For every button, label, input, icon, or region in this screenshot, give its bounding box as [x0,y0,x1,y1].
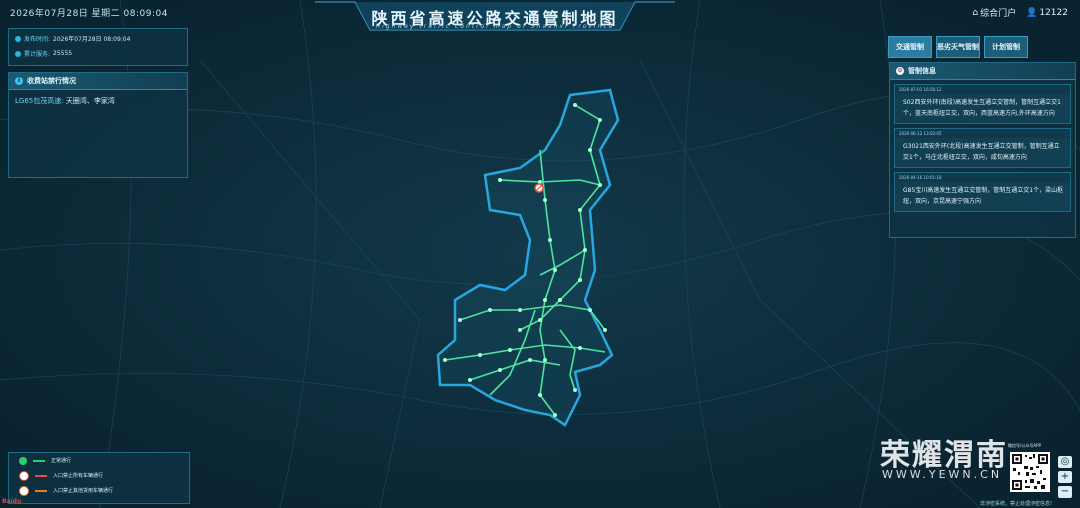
user-icon: 👤 [1026,7,1038,18]
legend-item-all-closed: 入口禁止所有车辆通行 [9,468,189,483]
message-text: G3021西安外环(北段)高速发生互通立交管制，管制互通立交1个，马庄北枢纽立交… [903,143,1060,161]
brand-url: WWW.YEWN.CN [882,468,1003,481]
toll-road-name: LG65包茂高速: [15,97,64,105]
page-subtitle: Highway traffic control map of Shaanxi P… [375,23,615,30]
locate-icon[interactable]: ◎ [1058,456,1072,468]
message-time: 2026-04-16 10:01:18 [895,173,1070,182]
control-info-panel: ⊘ 管制信息 2026-07-01 16:56:12 S02西安外环(南段)高速… [889,62,1076,238]
user-id: 12122 [1039,7,1068,18]
publish-time-value: 2026年07月28日 08:09:04 [53,36,131,43]
toll-station-names: 天圈湾、李家湾 [65,97,115,105]
normal-traffic-icon [19,456,27,465]
legend-label: 正常通行 [51,458,72,464]
no-entry-icon: ⊘ [896,67,904,75]
legend-label: 入口禁止所有车辆通行 [53,473,104,479]
publish-time-row: 发布时间: 2026年07月28日 08:09:04 [15,34,130,43]
current-datetime: 2026年07月28日 星期二 08:09:04 [10,9,168,19]
toll-station-panel: i 收费站禁行情况 LG65包茂高速: 天圈湾、李家湾 [8,72,188,178]
clock-icon [15,35,21,42]
map-provider-logo: Baidu [2,498,22,505]
top-right-toolbar: ⌂ 综合门户 👤 12122 [972,6,1068,20]
portal-label: 综合门户 [980,9,1017,19]
info-icon: i [15,77,23,85]
legend-label: 入口禁止其他货用车辆通行 [53,488,114,494]
toll-panel-title: 收费站禁行情况 [27,77,76,85]
message-time: 2026-06-12 13:02:05 [895,129,1070,138]
publish-info-panel: 发布时间: 2026年07月28日 08:09:04 累计服务: 25555 [8,28,188,66]
tab-weather-control[interactable]: 恶劣天气管制 [936,36,980,58]
control-message[interactable]: 2026-07-01 16:56:12 S02西安外环(南段)高速发生互通立交管… [894,84,1071,124]
no-truck-icon [19,485,29,496]
closed-line-swatch [35,474,47,477]
no-entry-all-icon [19,470,29,481]
control-panel-title: 管制信息 [908,67,936,75]
publish-time-label: 发布时间: [24,36,51,43]
qr-label: 微信号/公众号APP [1008,443,1041,448]
zoom-out-button[interactable]: − [1058,486,1072,498]
legend-item-normal: 正常通行 [9,453,189,468]
freight-line-swatch [35,489,47,492]
message-text: S02西安外环(南段)高速发生互通立交管制，管制互通立交1个，蓝天南枢纽立交，双… [903,99,1061,117]
tab-planned-control[interactable]: 计划管制 [984,36,1028,58]
service-count-row: 累计服务: 25555 [15,49,72,58]
title-banner: 陕西省高速公路交通管制地图 Highway traffic control ma… [315,0,675,36]
message-time: 2026-07-01 16:56:12 [895,85,1070,94]
zoom-controls: ◎ + − [1058,456,1072,498]
zoom-in-button[interactable]: + [1058,471,1072,483]
portal-link[interactable]: ⌂ 综合门户 [972,6,1017,20]
map-legend: 正常通行 入口禁止所有车辆通行 入口禁止其他货用车辆通行 [8,452,190,504]
home-icon: ⌂ [972,7,979,18]
toll-station-entry[interactable]: LG65包茂高速: 天圈湾、李家湾 [9,90,187,112]
closed-entrance-marker[interactable] [534,183,544,193]
message-text: G85宝川高速发生互通立交管制，管制互通立交1个，梁山枢纽，双向，京昆高速宁强方… [903,187,1064,205]
counter-icon [15,50,21,57]
normal-line-swatch [33,459,45,462]
control-message[interactable]: 2026-06-12 13:02:05 G3021西安外环(北段)高速发生互通立… [894,128,1071,168]
security-notice: 非涉密系统，禁止处理涉密信息! [979,501,1052,507]
control-type-tabs: 交通管制 恶劣天气管制 计划管制 [888,36,1028,58]
tab-traffic-control[interactable]: 交通管制 [888,36,932,58]
qr-code-icon[interactable] [1010,452,1050,492]
control-message[interactable]: 2026-04-16 10:01:18 G85宝川高速发生互通立交管制，管制互通… [894,172,1071,212]
service-count-label: 累计服务: [24,51,51,58]
service-count-value: 25555 [53,50,73,57]
toll-panel-header: i 收费站禁行情况 [9,73,187,90]
control-panel-header: ⊘ 管制信息 [890,63,1075,80]
legend-item-freight-closed: 入口禁止其他货用车辆通行 [9,483,189,498]
user-account[interactable]: 👤 12122 [1026,8,1068,18]
